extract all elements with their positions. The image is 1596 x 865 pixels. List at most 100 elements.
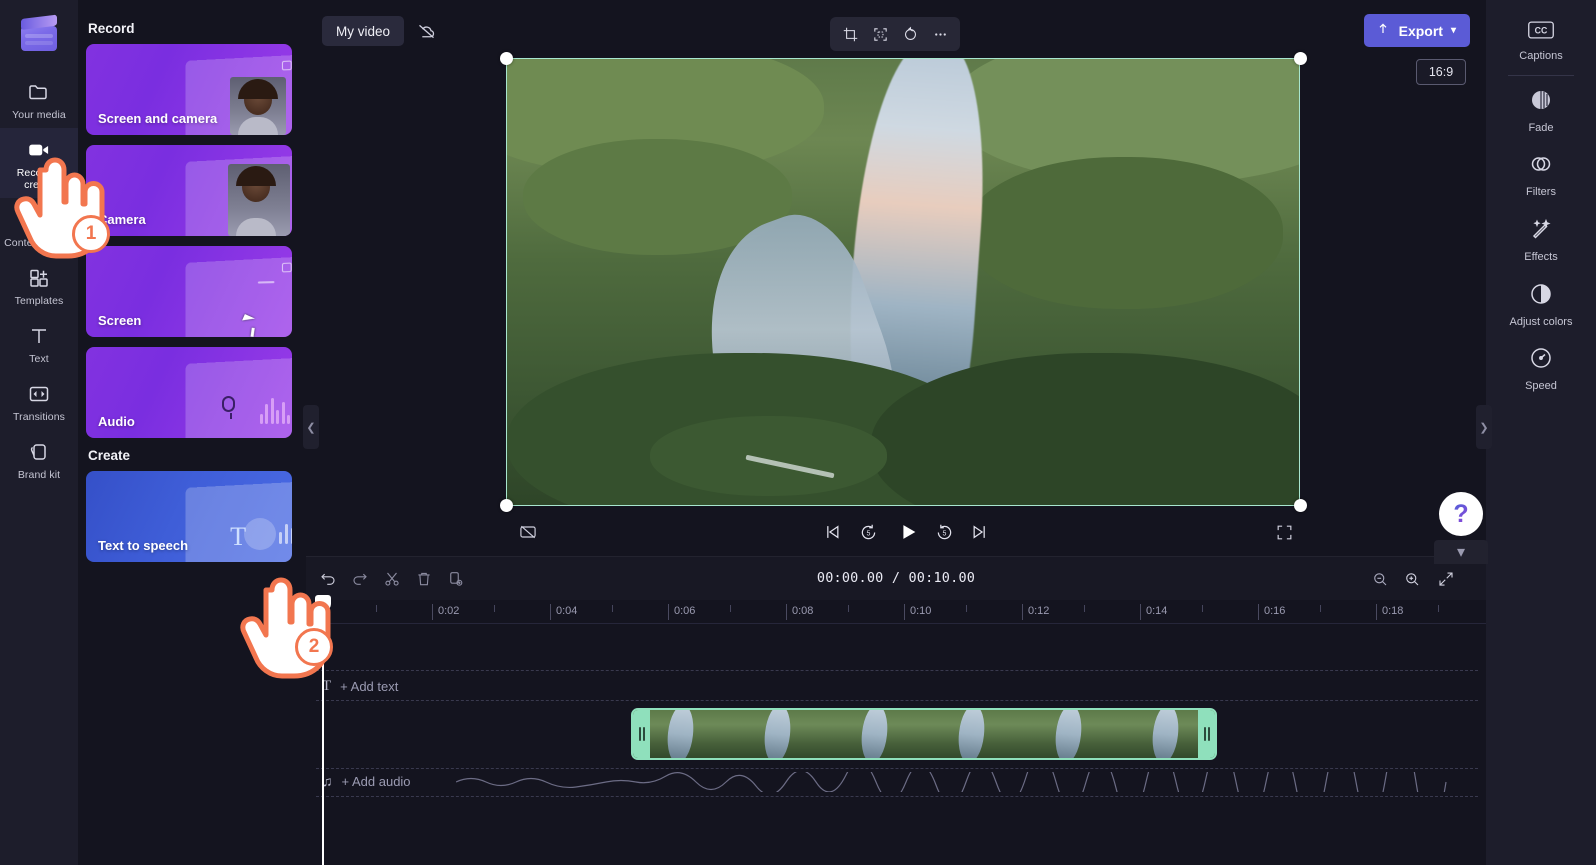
sidebar-item-brand-kit[interactable]: Brand kit	[0, 430, 78, 488]
captions-label: Captions	[1519, 50, 1562, 63]
card-label: Audio	[98, 414, 135, 429]
add-text-label: + Add text	[340, 679, 398, 694]
card-screen-and-camera[interactable]: Screen and camera	[86, 44, 292, 135]
add-audio-label: + Add audio	[342, 774, 411, 789]
card-screen[interactable]: Screen	[86, 246, 292, 337]
video-preview[interactable]	[506, 58, 1300, 506]
microphone-icon	[222, 396, 240, 422]
rotate-icon[interactable]	[896, 21, 924, 47]
effects-wand-icon	[1529, 217, 1553, 246]
preview-stage	[306, 58, 1486, 510]
right-properties-rail: CC Captions Fade Filters	[1486, 0, 1596, 865]
text-icon	[26, 323, 52, 349]
sidebar-item-content-library[interactable]: Content library	[0, 198, 78, 256]
sidebar-item-label: Text	[29, 353, 49, 365]
clipchamp-editor: Your media Record & create Content libra…	[0, 0, 1596, 865]
play-icon[interactable]	[890, 514, 926, 550]
cc-icon: CC	[1527, 20, 1555, 45]
timeline-ruler[interactable]: 0 0:02 0:04 0:06 0:08 0:10 0:12 0:14 0:1…	[306, 600, 1486, 624]
sidebar-item-label: Content library	[4, 237, 74, 249]
upload-icon	[1375, 21, 1391, 40]
forward-5-seconds-icon[interactable]: 5	[928, 516, 960, 548]
fade-button[interactable]: Fade	[1486, 78, 1596, 143]
clip-trim-handle-left[interactable]	[633, 710, 650, 758]
sidebar-item-label: Your media	[12, 109, 66, 121]
sidebar-item-label: Templates	[15, 295, 64, 307]
track-divider	[316, 670, 1478, 671]
filters-label: Filters	[1526, 186, 1556, 199]
collapse-left-panel-handle[interactable]: ❮	[303, 405, 319, 449]
fit-icon[interactable]	[866, 21, 894, 47]
captions-button[interactable]: CC Captions	[1486, 10, 1596, 71]
clip-trim-handle-right[interactable]	[1198, 710, 1215, 758]
sidebar-item-label: Brand kit	[18, 469, 60, 481]
card-label: Screen	[98, 313, 141, 328]
zoom-out-icon[interactable]	[1366, 565, 1394, 593]
sidebar-item-text[interactable]: Text	[0, 314, 78, 372]
adjust-colors-button[interactable]: Adjust colors	[1486, 272, 1596, 337]
card-text-to-speech[interactable]: T Text to speech	[86, 471, 292, 562]
sidebar-item-your-media[interactable]: Your media	[0, 70, 78, 128]
cloud-off-icon[interactable]	[412, 17, 440, 45]
skip-previous-icon[interactable]	[816, 516, 848, 548]
rewind-5-seconds-icon[interactable]: 5	[852, 516, 884, 548]
voice-circle-icon	[244, 518, 276, 550]
sidebar-item-label: Record & create	[3, 167, 75, 191]
filters-button[interactable]: Filters	[1486, 142, 1596, 207]
collapse-help-chevron[interactable]: ▾	[1434, 540, 1488, 564]
waveform-icon	[260, 396, 291, 424]
folder-icon	[26, 79, 52, 105]
captions-off-icon[interactable]	[512, 516, 544, 548]
filters-icon	[1529, 152, 1553, 181]
person-thumbnail	[230, 77, 286, 135]
chevron-down-icon: ▾	[1451, 25, 1456, 36]
adjust-colors-icon	[1529, 282, 1553, 311]
video-camera-icon	[26, 137, 52, 163]
sidebar-item-transitions[interactable]: Transitions	[0, 372, 78, 430]
svg-text:5: 5	[942, 530, 946, 537]
card-audio[interactable]: Audio	[86, 347, 292, 438]
zoom-in-icon[interactable]	[1398, 565, 1426, 593]
step-badge-1: 1	[72, 215, 110, 253]
card-camera[interactable]: Camera	[86, 145, 292, 236]
ruler-tick: 0:06	[668, 604, 695, 620]
chevron-down-icon: ▾	[1457, 542, 1465, 562]
preview-floating-toolbar	[830, 17, 960, 51]
audio-track[interactable]: ♫ + Add audio	[306, 768, 1486, 794]
selection-handle-top-left[interactable]	[500, 52, 513, 65]
clapperboard-logo[interactable]	[17, 12, 61, 56]
player-controls: 5 5	[306, 510, 1486, 554]
project-title-input[interactable]: My video	[322, 16, 404, 46]
card-label: Text to speech	[98, 538, 188, 553]
selection-handle-top-right[interactable]	[1294, 52, 1307, 65]
clip-thumbnails	[633, 710, 1215, 758]
person-thumbnail	[228, 164, 290, 236]
ruler-tick: 0:04	[550, 604, 577, 620]
sidebar-item-record-and-create[interactable]: Record & create	[0, 128, 78, 198]
collapse-right-panel-handle[interactable]: ❯	[1476, 405, 1492, 449]
skip-next-icon[interactable]	[964, 516, 996, 548]
audio-waveform-placeholder	[456, 772, 1486, 792]
record-and-create-panel: Record Screen and camera Camera Screen	[78, 0, 306, 865]
video-clip[interactable]	[631, 708, 1217, 760]
effects-button[interactable]: Effects	[1486, 207, 1596, 272]
templates-icon	[26, 265, 52, 291]
rail-divider	[1508, 75, 1574, 76]
more-options-icon[interactable]	[926, 21, 954, 47]
voice-bars-icon	[279, 520, 292, 544]
fullscreen-icon[interactable]	[1268, 516, 1300, 548]
create-section-heading: Create	[88, 448, 290, 463]
crop-icon[interactable]	[836, 21, 864, 47]
current-time: 00:00.00	[817, 570, 884, 586]
ruler-tick: 0:14	[1140, 604, 1167, 620]
sidebar-item-templates[interactable]: Templates	[0, 256, 78, 314]
speed-button[interactable]: Speed	[1486, 336, 1596, 401]
project-title-text: My video	[336, 24, 390, 39]
export-button[interactable]: Export ▾	[1364, 14, 1470, 47]
fit-to-screen-icon[interactable]	[1432, 565, 1460, 593]
card-label: Screen and camera	[98, 111, 217, 126]
text-track[interactable]: T + Add text	[306, 673, 1486, 699]
step-number: 2	[309, 636, 320, 658]
help-button[interactable]: ?	[1439, 492, 1483, 536]
svg-text:CC: CC	[1535, 26, 1548, 36]
